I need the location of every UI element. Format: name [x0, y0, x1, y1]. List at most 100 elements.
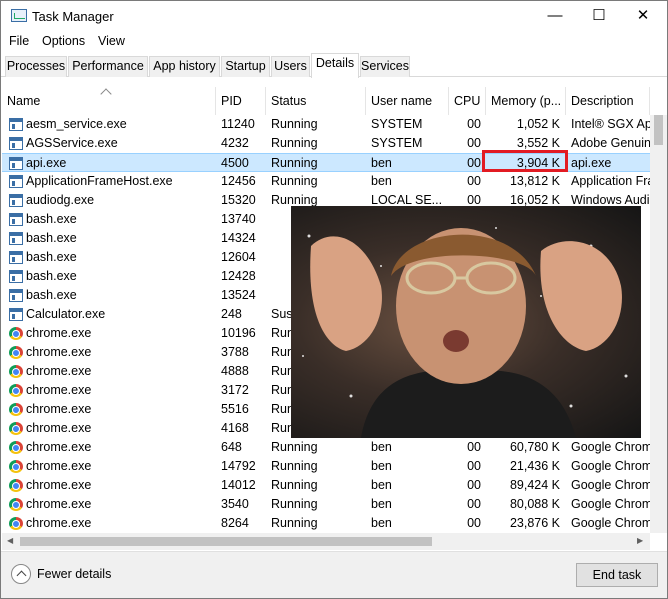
table-row[interactable]: ApplicationFrameHost.exe 12456 Running ben 0…: [2, 172, 650, 191]
horizontal-scroll-thumb[interactable]: [20, 537, 432, 546]
cell-name: chrome.exe: [26, 383, 92, 397]
scroll-right-icon[interactable]: ▶: [637, 536, 643, 545]
column-header-cpu[interactable]: CPU: [449, 87, 486, 115]
cell-user: ben: [371, 459, 392, 473]
column-header-status[interactable]: Status: [266, 87, 366, 115]
cell-memory: 80,088 K: [509, 497, 560, 511]
column-header-pid[interactable]: PID: [216, 87, 266, 115]
tab-strip: Processes Performance App history Startu…: [1, 53, 667, 78]
cell-name: chrome.exe: [26, 516, 92, 530]
cell-cpu: 00: [467, 117, 481, 131]
cell-description: Google Chrom: [571, 497, 650, 511]
cell-description: Google Chrom: [571, 478, 650, 492]
close-button[interactable]: ✕: [621, 1, 665, 31]
cell-status: Running: [271, 174, 318, 188]
cell-pid: 13740: [221, 212, 256, 226]
cell-user: ben: [371, 440, 392, 454]
cell-cpu: 00: [467, 156, 481, 170]
chrome-icon: [9, 327, 23, 340]
fewer-details-link[interactable]: Fewer details: [37, 567, 111, 581]
minimize-button[interactable]: —: [533, 1, 577, 31]
cell-cpu: 00: [467, 497, 481, 511]
cell-description: Google Chrom: [571, 459, 650, 473]
cell-name: chrome.exe: [26, 478, 92, 492]
table-row[interactable]: aesm_service.exe 11240 Running SYSTEM 00 1,05…: [2, 115, 650, 134]
cell-name: chrome.exe: [26, 459, 92, 473]
app-icon: [9, 213, 23, 226]
chrome-icon: [9, 460, 23, 473]
cell-status: Running: [271, 497, 318, 511]
horizontal-scrollbar[interactable]: ◀ ▶: [2, 533, 650, 550]
app-icon: [9, 175, 23, 188]
tab-processes[interactable]: Processes: [5, 56, 67, 77]
cell-pid: 14012: [221, 478, 256, 492]
chrome-icon: [9, 403, 23, 416]
tab-details[interactable]: Details: [311, 53, 359, 78]
cell-name: api.exe: [26, 156, 67, 170]
cell-name: aesm_service.exe: [26, 117, 127, 131]
cell-status: Running: [271, 156, 318, 170]
vertical-scrollbar[interactable]: [650, 115, 667, 533]
cell-name: chrome.exe: [26, 497, 92, 511]
table-row[interactable]: chrome.exe 3540 Running ben 00 80,088 K Google…: [2, 495, 650, 514]
column-header-name[interactable]: Name: [2, 87, 216, 115]
table-row[interactable]: chrome.exe 8264 Running ben 00 23,876 K Google…: [2, 514, 650, 532]
cell-cpu: 00: [467, 136, 481, 150]
column-header-user-name[interactable]: User name: [366, 87, 449, 115]
app-icon: [9, 118, 23, 131]
cell-name: chrome.exe: [26, 326, 92, 340]
cell-name: bash.exe: [26, 288, 77, 302]
cell-pid: 4168: [221, 421, 249, 435]
cell-name: Calculator.exe: [26, 307, 106, 321]
app-icon: [9, 194, 23, 207]
cell-status: Running: [271, 459, 318, 473]
cell-pid: 8264: [221, 516, 249, 530]
table-row[interactable]: chrome.exe 648 Running ben 00 60,780 K Google …: [2, 438, 650, 457]
tab-services[interactable]: Services: [360, 56, 410, 77]
meme-overlay-image: [291, 206, 641, 438]
cell-user: ben: [371, 516, 392, 530]
cell-description: Intel® SGX App: [571, 117, 650, 131]
cell-user: ben: [371, 156, 392, 170]
cell-name: audiodg.exe: [26, 193, 95, 207]
cell-pid: 4888: [221, 364, 249, 378]
cell-description: Google Chrom: [571, 440, 650, 454]
scroll-left-icon[interactable]: ◀: [7, 536, 13, 545]
table-row[interactable]: chrome.exe 14792 Running ben 00 21,436 K Googl…: [2, 457, 650, 476]
app-icon: [9, 157, 23, 170]
table-row[interactable]: chrome.exe 14012 Running ben 00 89,424 K Googl…: [2, 476, 650, 495]
cell-pid: 4500: [221, 156, 249, 170]
column-header-description[interactable]: Description: [566, 87, 650, 115]
app-icon: [9, 270, 23, 283]
menu-file[interactable]: File: [9, 34, 29, 48]
tab-performance[interactable]: Performance: [68, 56, 148, 77]
maximize-button[interactable]: ☐: [577, 1, 621, 31]
menu-view[interactable]: View: [98, 34, 125, 48]
chrome-icon: [9, 365, 23, 378]
cell-memory: 1,052 K: [516, 117, 560, 131]
vertical-scroll-thumb[interactable]: [654, 115, 663, 145]
chrome-icon: [9, 498, 23, 511]
chrome-icon: [9, 422, 23, 435]
cell-name: chrome.exe: [26, 440, 92, 454]
tab-users[interactable]: Users: [271, 56, 310, 77]
window-title: Task Manager: [32, 9, 114, 24]
cell-user: ben: [371, 478, 392, 492]
cell-memory: 23,876 K: [509, 516, 560, 530]
tab-app-history[interactable]: App history: [149, 56, 220, 77]
cell-memory: 13,812 K: [509, 174, 560, 188]
cell-pid: 13524: [221, 288, 256, 302]
cell-cpu: 00: [467, 459, 481, 473]
end-task-button[interactable]: End task: [576, 563, 658, 587]
cell-name: bash.exe: [26, 250, 77, 264]
chevron-up-circle-icon[interactable]: [11, 564, 31, 584]
cell-memory: 89,424 K: [509, 478, 560, 492]
footer-bar: Fewer details End task: [1, 551, 667, 598]
cell-pid: 5516: [221, 402, 249, 416]
cell-pid: 648: [221, 440, 242, 454]
cell-status: Running: [271, 516, 318, 530]
column-header-memory[interactable]: Memory (p...: [486, 87, 566, 115]
menu-options[interactable]: Options: [42, 34, 85, 48]
tab-startup[interactable]: Startup: [221, 56, 270, 77]
title-bar[interactable]: Task Manager — ☐ ✕: [1, 1, 667, 32]
